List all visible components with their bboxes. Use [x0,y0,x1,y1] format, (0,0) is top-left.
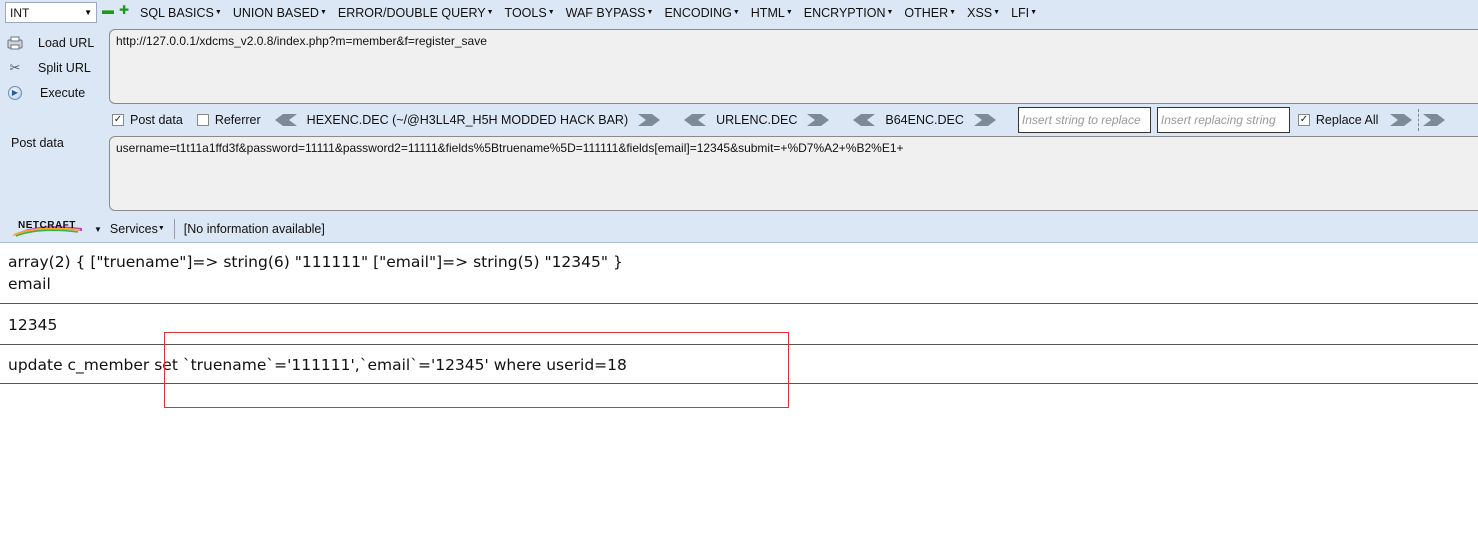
caret-down-icon: ▼ [646,9,654,16]
netcraft-logo-text: NETCRAFT [18,220,76,231]
menu-lfi[interactable]: LFI▼ [1011,6,1037,20]
execute-label: Execute [40,85,86,100]
replacing-string-input[interactable]: Insert replacing string [1156,107,1290,133]
menu-union-based[interactable]: UNION BASED▼ [233,6,327,20]
split-url-label: Split URL [38,60,91,75]
menu-label: TOOLS [504,6,547,20]
split-url-button[interactable]: ✂ Split URL [6,55,101,80]
post-data-checkbox[interactable]: ✓ [112,114,124,126]
caret-down-icon: ▼ [732,9,740,16]
post-data-option-label: Post data [130,113,183,127]
caret-down-icon: ▼ [547,9,555,16]
menu-sql-basics[interactable]: SQL BASICS▼ [140,6,222,20]
caret-down-icon: ▼ [1030,9,1038,16]
plus-icon[interactable]: ✚ [118,4,130,17]
menu-tools[interactable]: TOOLS▼ [505,6,555,20]
zoom-controls: ▬ ✚ [102,4,130,17]
scissors-icon: ✂ [9,59,21,75]
play-icon: ▶ [8,85,22,100]
caret-down-icon: ▼ [993,9,1001,16]
netcraft-info: [No information available] [183,222,325,236]
urlenc-button[interactable]: URLENC.DEC [716,113,797,127]
type-select[interactable]: INT ▼ [5,2,97,23]
action-buttons: Load URL ✂ Split URL ▶ Execute [6,30,101,105]
load-url-button[interactable]: Load URL [6,30,101,55]
caret-down-icon: ▼ [214,9,222,16]
arrow-right-icon[interactable] [638,114,661,126]
url-input[interactable]: http://127.0.0.1/xdcms_v2.0.8/index.php?… [109,29,1478,104]
arrow-left-icon[interactable] [853,114,876,126]
menu-label: UNION BASED [232,6,319,20]
caret-down-icon: ▼ [785,9,793,16]
var-dump-output: array(2) { ["truename"]=> string(6) "111… [8,253,623,271]
chevron-down-icon[interactable]: ▼ [94,225,102,234]
referrer-checkbox[interactable] [196,114,209,126]
hexenc-button[interactable]: HEXENC.DEC (~/@H3LL4R_H5H MODDED HACK BA… [307,113,628,127]
menu-error-double-query[interactable]: ERROR/DOUBLE QUERY▼ [338,6,494,20]
options-row: ✓ Post data Referrer HEXENC.DEC (~/@H3LL… [112,107,1478,133]
divider [0,303,1478,304]
menu-encoding[interactable]: ENCODING▼ [664,6,739,20]
netcraft-toolbar: NETCRAFT ▼ Services▼ [No information ava… [0,216,1478,242]
arrow-right-icon[interactable] [1423,114,1446,126]
arrow-left-icon[interactable] [274,114,297,126]
referrer-option-label: Referrer [214,113,261,127]
chevron-down-icon: ▼ [84,8,92,17]
menu-xss[interactable]: XSS▼ [967,6,1000,20]
menu-label: XSS [967,6,993,20]
replace-all-label: Replace All [1315,113,1379,127]
post-data-input[interactable]: username=t1t11a1ffd3f&password=11111&pas… [109,136,1478,211]
arrow-right-icon[interactable] [807,114,830,126]
caret-down-icon: ▼ [949,9,957,16]
replace-string-input[interactable]: Insert string to replace [1017,107,1151,133]
post-data-label: Post data [11,136,64,150]
hackbar-panel: INT ▼ ▬ ✚ SQL BASICS▼ UNION BASED▼ ERROR… [0,0,1478,243]
load-url-label: Load URL [38,35,95,50]
menu-label: ENCRYPTION [803,6,886,20]
url-value: http://127.0.0.1/xdcms_v2.0.8/index.php?… [116,34,487,48]
highlight-annotation [164,332,789,408]
caret-down-icon: ▼ [319,9,327,16]
type-select-value: INT [10,5,30,20]
post-data-value: username=t1t11a1ffd3f&password=11111&pas… [116,141,904,155]
replace-all-checkbox[interactable]: ✓ [1297,114,1310,126]
menu-encryption[interactable]: ENCRYPTION▼ [804,6,894,20]
divider [1418,109,1420,131]
menu-label: LFI [1011,6,1030,20]
caret-down-icon: ▼ [886,9,894,16]
caret-down-icon: ▼ [157,225,165,232]
load-url-icon [6,35,24,51]
menu-waf-bypass[interactable]: WAF BYPASS▼ [566,6,654,20]
menu-label: OTHER [904,6,949,20]
divider [173,219,175,239]
top-menu-bar: SQL BASICS▼ UNION BASED▼ ERROR/DOUBLE QU… [140,6,1048,20]
b64enc-button[interactable]: B64ENC.DEC [885,113,964,127]
caret-down-icon: ▼ [486,9,494,16]
menu-label: ENCODING [664,6,732,20]
menu-label: HTML [750,6,785,20]
arrow-right-icon[interactable] [1390,114,1413,126]
execute-button[interactable]: ▶ Execute [6,80,101,105]
minus-icon[interactable]: ▬ [102,4,114,17]
field-value-output: 12345 [8,316,58,334]
arrow-left-icon[interactable] [684,114,707,126]
arrow-right-icon[interactable] [973,114,996,126]
menu-html[interactable]: HTML▼ [751,6,793,20]
menu-label: ERROR/DOUBLE QUERY [337,6,486,20]
netcraft-logo[interactable]: NETCRAFT [10,220,84,238]
menu-label: SQL BASICS [140,6,214,20]
menu-label: WAF BYPASS [565,6,646,20]
menu-other[interactable]: OTHER▼ [904,6,956,20]
services-label: Services [109,222,158,236]
field-name-output: email [8,275,51,293]
services-menu[interactable]: Services▼ [110,222,165,236]
